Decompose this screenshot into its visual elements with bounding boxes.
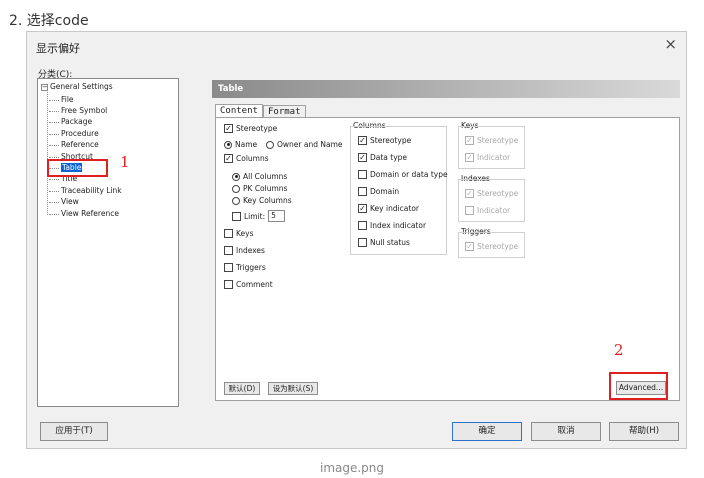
checkbox-icon[interactable] [224, 280, 233, 289]
limit-input[interactable]: 5 [268, 210, 286, 222]
tab-content[interactable]: Content [215, 104, 263, 118]
col-data-type-checkbox[interactable]: ✓ Data type [358, 153, 407, 162]
indexes-checkbox[interactable]: Indexes [224, 246, 265, 255]
checkbox-icon[interactable] [224, 263, 233, 272]
checkbox-icon[interactable]: ✓ [224, 124, 233, 133]
ok-button[interactable]: 确定 [452, 422, 522, 441]
close-icon[interactable]: × [664, 35, 677, 53]
annotation-number-1: 1 [120, 153, 130, 171]
radio-icon[interactable] [232, 196, 240, 205]
checkbox-icon: ✓ [465, 189, 474, 198]
stereotype-checkbox[interactable]: ✓ Stereotype [224, 124, 277, 133]
dialog-title: 显示偏好 [36, 42, 80, 55]
col-index-indicator-checkbox[interactable]: Index indicator [358, 221, 426, 230]
checkbox-icon[interactable] [358, 238, 367, 247]
indexes-indicator-checkbox: Indicator [465, 206, 510, 215]
step-heading: 2. 选择code [9, 13, 89, 29]
annotation-number-2: 2 [614, 341, 624, 359]
checkbox-icon[interactable] [232, 211, 241, 221]
key-columns-radio[interactable]: Key Columns [232, 196, 292, 205]
radio-icon[interactable] [232, 172, 240, 181]
help-button[interactable]: 帮助(H) [609, 422, 679, 441]
tree-item-view-reference[interactable]: View Reference [49, 209, 119, 218]
col-domain-or-data-type-checkbox[interactable]: Domain or data type [358, 170, 448, 179]
keys-indicator-checkbox: ✓ Indicator [465, 153, 511, 162]
annotation-box-2 [609, 372, 668, 400]
tree-item-view[interactable]: View [49, 197, 79, 206]
tree-item-package[interactable]: Package [49, 117, 92, 126]
col-stereotype-checkbox[interactable]: ✓ Stereotype [358, 136, 411, 145]
columns-checkbox[interactable]: ✓ Columns [224, 154, 269, 163]
tree-root-general-settings[interactable]: − General Settings [41, 82, 113, 91]
comment-checkbox[interactable]: Comment [224, 280, 273, 289]
checkbox-icon: ✓ [465, 136, 474, 145]
owner-and-name-radio[interactable]: Owner and Name [266, 140, 343, 149]
set-default-button[interactable]: 设为默认(S) [268, 382, 318, 395]
default-button[interactable]: 默认(D) [224, 382, 260, 395]
checkbox-icon [465, 206, 474, 215]
checkbox-icon: ✓ [465, 242, 474, 251]
content-panel: ✓ Stereotype Name Owner and Name ✓ Columns… [215, 117, 680, 401]
col-null-status-checkbox[interactable]: Null status [358, 238, 410, 247]
image-caption: image.png [319, 461, 385, 475]
keys-group [458, 126, 525, 169]
name-radio[interactable]: Name [224, 140, 257, 149]
checkbox-icon[interactable]: ✓ [358, 153, 367, 162]
apply-to-button[interactable]: 应用于(T) [40, 422, 108, 441]
checkbox-icon[interactable] [358, 187, 367, 196]
radio-icon[interactable] [224, 140, 232, 149]
tree-item-free-symbol[interactable]: Free Symbol [49, 106, 107, 115]
checkbox-icon[interactable] [358, 170, 367, 179]
col-key-indicator-checkbox[interactable]: ✓ Key indicator [358, 204, 419, 213]
keys-checkbox[interactable]: Keys [224, 229, 254, 238]
annotation-box-1 [47, 159, 108, 177]
indexes-group [458, 179, 525, 222]
tree-item-traceability-link[interactable]: Traceability Link [49, 186, 122, 195]
category-tree[interactable]: − General Settings File Free Symbol Packa… [37, 78, 179, 407]
radio-icon[interactable] [266, 140, 274, 149]
checkbox-icon: ✓ [465, 153, 474, 162]
tree-item-file[interactable]: File [49, 95, 74, 104]
tree-item-reference[interactable]: Reference [49, 140, 99, 149]
tree-connector [47, 92, 48, 215]
cancel-button[interactable]: 取消 [531, 422, 601, 441]
checkbox-icon[interactable] [224, 246, 233, 255]
panel-header: Table [212, 80, 680, 98]
keys-stereotype-checkbox: ✓ Stereotype [465, 136, 519, 145]
all-columns-radio[interactable]: All Columns [232, 172, 287, 181]
indexes-stereotype-checkbox: ✓ Stereotype [465, 189, 519, 198]
checkbox-icon[interactable]: ✓ [358, 204, 367, 213]
checkbox-icon[interactable] [224, 229, 233, 238]
checkbox-icon[interactable] [358, 221, 367, 230]
display-preferences-dialog: 显示偏好 × 分类(C): − General Settings File Fre… [26, 31, 687, 449]
checkbox-icon[interactable]: ✓ [358, 136, 367, 145]
triggers-stereotype-checkbox: ✓ Stereotype [465, 242, 519, 251]
triggers-checkbox[interactable]: Triggers [224, 263, 266, 272]
tree-item-procedure[interactable]: Procedure [49, 129, 99, 138]
pk-columns-radio[interactable]: PK Columns [232, 184, 287, 193]
radio-icon[interactable] [232, 184, 240, 193]
collapse-icon[interactable]: − [41, 83, 48, 91]
limit-checkbox[interactable]: Limit: 5 [232, 210, 286, 222]
checkbox-icon[interactable]: ✓ [224, 154, 233, 163]
col-domain-checkbox[interactable]: Domain [358, 187, 399, 196]
